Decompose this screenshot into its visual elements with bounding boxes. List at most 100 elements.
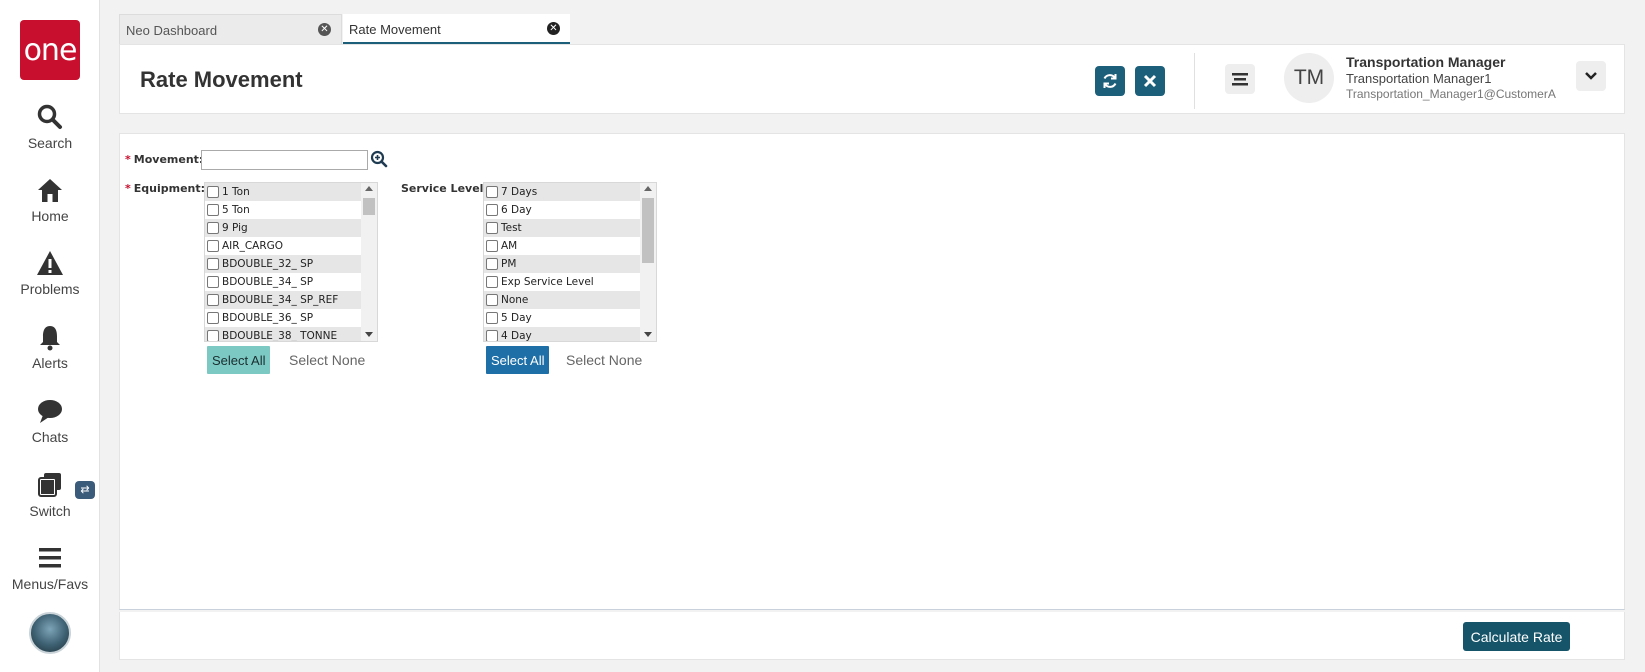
equipment-option[interactable]: BDOUBLE_36_ SP [205, 309, 362, 327]
equipment-listbox[interactable]: 1 Ton 5 Ton 9 Pig AIR_CARGO BDOUBLE_32_ … [204, 182, 378, 342]
service-level-scrollbar[interactable] [640, 183, 656, 341]
sidebar-item-menus-favs[interactable]: Menus/Favs [0, 543, 100, 592]
equipment-option[interactable]: BDOUBLE_32_ SP [205, 255, 362, 273]
service-level-option[interactable]: 7 Days [484, 183, 641, 201]
checkbox[interactable] [207, 240, 219, 252]
user-menu-button[interactable] [1576, 61, 1606, 91]
option-label: 1 Ton [222, 186, 250, 198]
close-tab-icon[interactable]: ✕ [547, 22, 560, 35]
option-label: 6 Day [501, 204, 532, 216]
option-label: Test [501, 222, 522, 234]
user-name: Transportation Manager1 [1346, 71, 1492, 86]
menu-button[interactable] [1225, 64, 1255, 94]
user-role: Transportation Manager [1346, 54, 1506, 70]
sidebar-item-alerts[interactable]: Alerts [0, 322, 100, 371]
checkbox[interactable] [207, 186, 219, 198]
option-label: AIR_CARGO [222, 240, 284, 252]
equipment-option[interactable]: BDOUBLE_38_ TONNE [205, 327, 362, 341]
service-level-option[interactable]: Exp Service Level [484, 273, 641, 291]
rate-movement-form: * Movement: * Equipment: 1 Ton 5 Ton 9 Pig… [119, 133, 1625, 610]
checkbox[interactable] [486, 312, 498, 324]
movement-input[interactable] [201, 150, 368, 170]
service-level-option[interactable]: 4 Day [484, 327, 641, 342]
sidebar-item-home[interactable]: Home [0, 175, 100, 224]
scrollbar-thumb[interactable] [363, 198, 375, 215]
equipment-select-all-button[interactable]: Select All [207, 346, 271, 374]
sidebar-item-label: Search [27, 135, 73, 151]
sidebar-item-label: Chats [31, 429, 69, 445]
checkbox[interactable] [486, 186, 498, 198]
scroll-up-arrow-icon[interactable] [365, 186, 373, 191]
service-level-listbox[interactable]: 7 Days 6 Day Test AM PM Exp Service Leve… [483, 182, 657, 342]
scroll-down-arrow-icon[interactable] [365, 332, 373, 337]
scrollbar-thumb[interactable] [642, 198, 654, 263]
switch-icon [38, 473, 61, 497]
app-logo[interactable]: one [20, 20, 80, 80]
equipment-option[interactable]: BDOUBLE_34_ SP [205, 273, 362, 291]
form-footer: Calculate Rate [119, 612, 1625, 660]
option-label: Exp Service Level [501, 276, 594, 288]
equipment-label-text: Equipment: [133, 182, 206, 195]
sidebar-item-chats[interactable]: Chats [0, 396, 100, 445]
scroll-down-arrow-icon[interactable] [644, 332, 652, 337]
service-level-option[interactable]: AM [484, 237, 641, 255]
chevron-down-icon [1585, 72, 1597, 80]
option-label: 4 Day [501, 330, 532, 342]
service-level-select-none-link[interactable]: Select None [566, 352, 642, 368]
option-label: 9 Pig [222, 222, 248, 234]
sidebar-item-label: Problems [20, 281, 80, 297]
checkbox[interactable] [207, 312, 219, 324]
checkbox[interactable] [207, 258, 219, 270]
service-level-option[interactable]: 6 Day [484, 201, 641, 219]
service-level-option[interactable]: PM [484, 255, 641, 273]
assistant-avatar[interactable] [29, 612, 71, 654]
option-label: 5 Ton [222, 204, 250, 216]
option-label: AM [501, 240, 518, 252]
user-avatar[interactable]: TM [1284, 53, 1334, 103]
checkbox[interactable] [207, 222, 219, 234]
service-level-option[interactable]: None [484, 291, 641, 309]
sidebar-item-label: Menus/Favs [11, 576, 89, 592]
equipment-option[interactable]: 9 Pig [205, 219, 362, 237]
checkbox[interactable] [207, 276, 219, 288]
tab-neo-dashboard[interactable]: Neo Dashboard ✕ [119, 14, 342, 44]
close-button[interactable] [1135, 66, 1165, 96]
checkbox[interactable] [486, 204, 498, 216]
equipment-scrollbar[interactable] [361, 183, 377, 341]
close-tab-icon[interactable]: ✕ [318, 23, 331, 36]
checkbox[interactable] [486, 276, 498, 288]
equipment-option[interactable]: 1 Ton [205, 183, 362, 201]
sidebar-item-label: Home [31, 208, 69, 224]
movement-label: * Movement: [125, 153, 204, 166]
tab-label: Neo Dashboard [126, 23, 218, 38]
refresh-icon [1103, 74, 1117, 88]
tab-rate-movement[interactable]: Rate Movement ✕ [343, 14, 570, 44]
checkbox[interactable] [486, 330, 498, 341]
header-divider [1194, 53, 1195, 109]
home-icon [38, 179, 62, 202]
service-level-option[interactable]: Test [484, 219, 641, 237]
sidebar-item-problems[interactable]: Problems [0, 248, 100, 297]
checkbox[interactable] [486, 294, 498, 306]
checkbox[interactable] [207, 294, 219, 306]
refresh-button[interactable] [1095, 66, 1125, 96]
equipment-select-none-link[interactable]: Select None [289, 352, 365, 368]
checkbox[interactable] [486, 240, 498, 252]
lookup-search-icon[interactable] [370, 150, 388, 168]
option-label: None [501, 294, 529, 306]
checkbox[interactable] [486, 258, 498, 270]
checkbox[interactable] [207, 330, 219, 341]
service-level-option[interactable]: 5 Day [484, 309, 641, 327]
sidebar-item-search[interactable]: Search [0, 102, 100, 151]
calculate-rate-button[interactable]: Calculate Rate [1463, 622, 1570, 651]
equipment-option[interactable]: 5 Ton [205, 201, 362, 219]
tab-label: Rate Movement [349, 22, 441, 37]
equipment-option[interactable]: AIR_CARGO [205, 237, 362, 255]
switch-badge[interactable]: ⇄ [75, 481, 95, 499]
scroll-up-arrow-icon[interactable] [644, 186, 652, 191]
equipment-label: * Equipment: [125, 182, 206, 195]
checkbox[interactable] [486, 222, 498, 234]
checkbox[interactable] [207, 204, 219, 216]
service-level-select-all-button[interactable]: Select All [486, 346, 550, 374]
equipment-option[interactable]: BDOUBLE_34_ SP_REF [205, 291, 362, 309]
